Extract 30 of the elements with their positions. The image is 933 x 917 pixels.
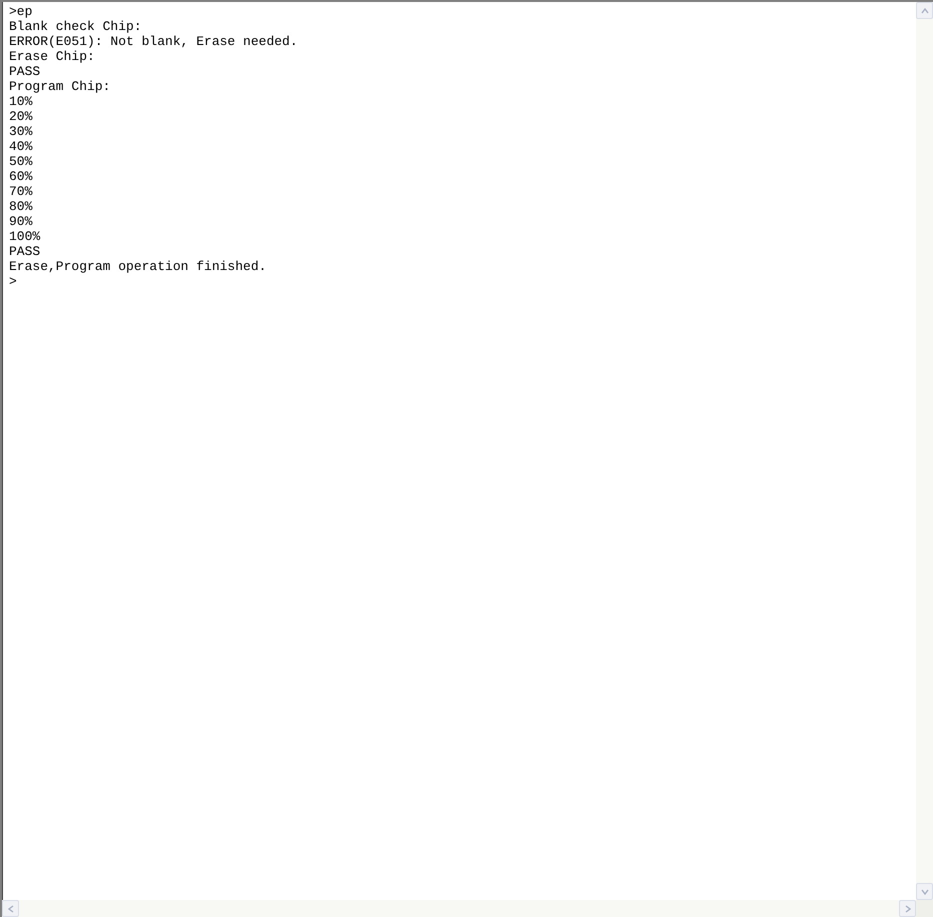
console-line: 80% xyxy=(9,199,34,214)
console-line: 10% xyxy=(9,94,34,109)
console-line: ERROR(E051): Not blank, Erase needed. xyxy=(9,34,299,49)
console-line: Erase,Program operation finished. xyxy=(9,259,268,274)
console-line: Blank check Chip: xyxy=(9,19,143,34)
scroll-right-button[interactable] xyxy=(899,900,916,917)
horizontal-scrollbar[interactable] xyxy=(2,900,916,917)
chevron-icon xyxy=(904,904,912,912)
console-line: Erase Chip: xyxy=(9,49,96,64)
console-line: 20% xyxy=(9,109,34,124)
scroll-up-button[interactable] xyxy=(916,2,933,19)
chevron-icon xyxy=(920,6,928,14)
console-line: 30% xyxy=(9,124,34,139)
console-line: 90% xyxy=(9,214,34,229)
console-line: > xyxy=(9,274,18,289)
console-line: 70% xyxy=(9,184,34,199)
vertical-scrollbar[interactable] xyxy=(916,2,933,900)
console-line: 40% xyxy=(9,139,34,154)
console-line: Program Chip: xyxy=(9,79,112,94)
console-line: 100% xyxy=(9,229,42,244)
console-line: >ep xyxy=(9,4,34,19)
chevron-icon xyxy=(920,888,928,896)
console-line: PASS xyxy=(9,64,42,79)
console-line: 60% xyxy=(9,169,34,184)
console-line: 50% xyxy=(9,154,34,169)
chevron-icon xyxy=(6,904,14,912)
scroll-down-button[interactable] xyxy=(916,883,933,900)
console-line: PASS xyxy=(9,244,42,259)
scroll-left-button[interactable] xyxy=(2,900,19,917)
scrollbar-corner xyxy=(916,900,933,917)
